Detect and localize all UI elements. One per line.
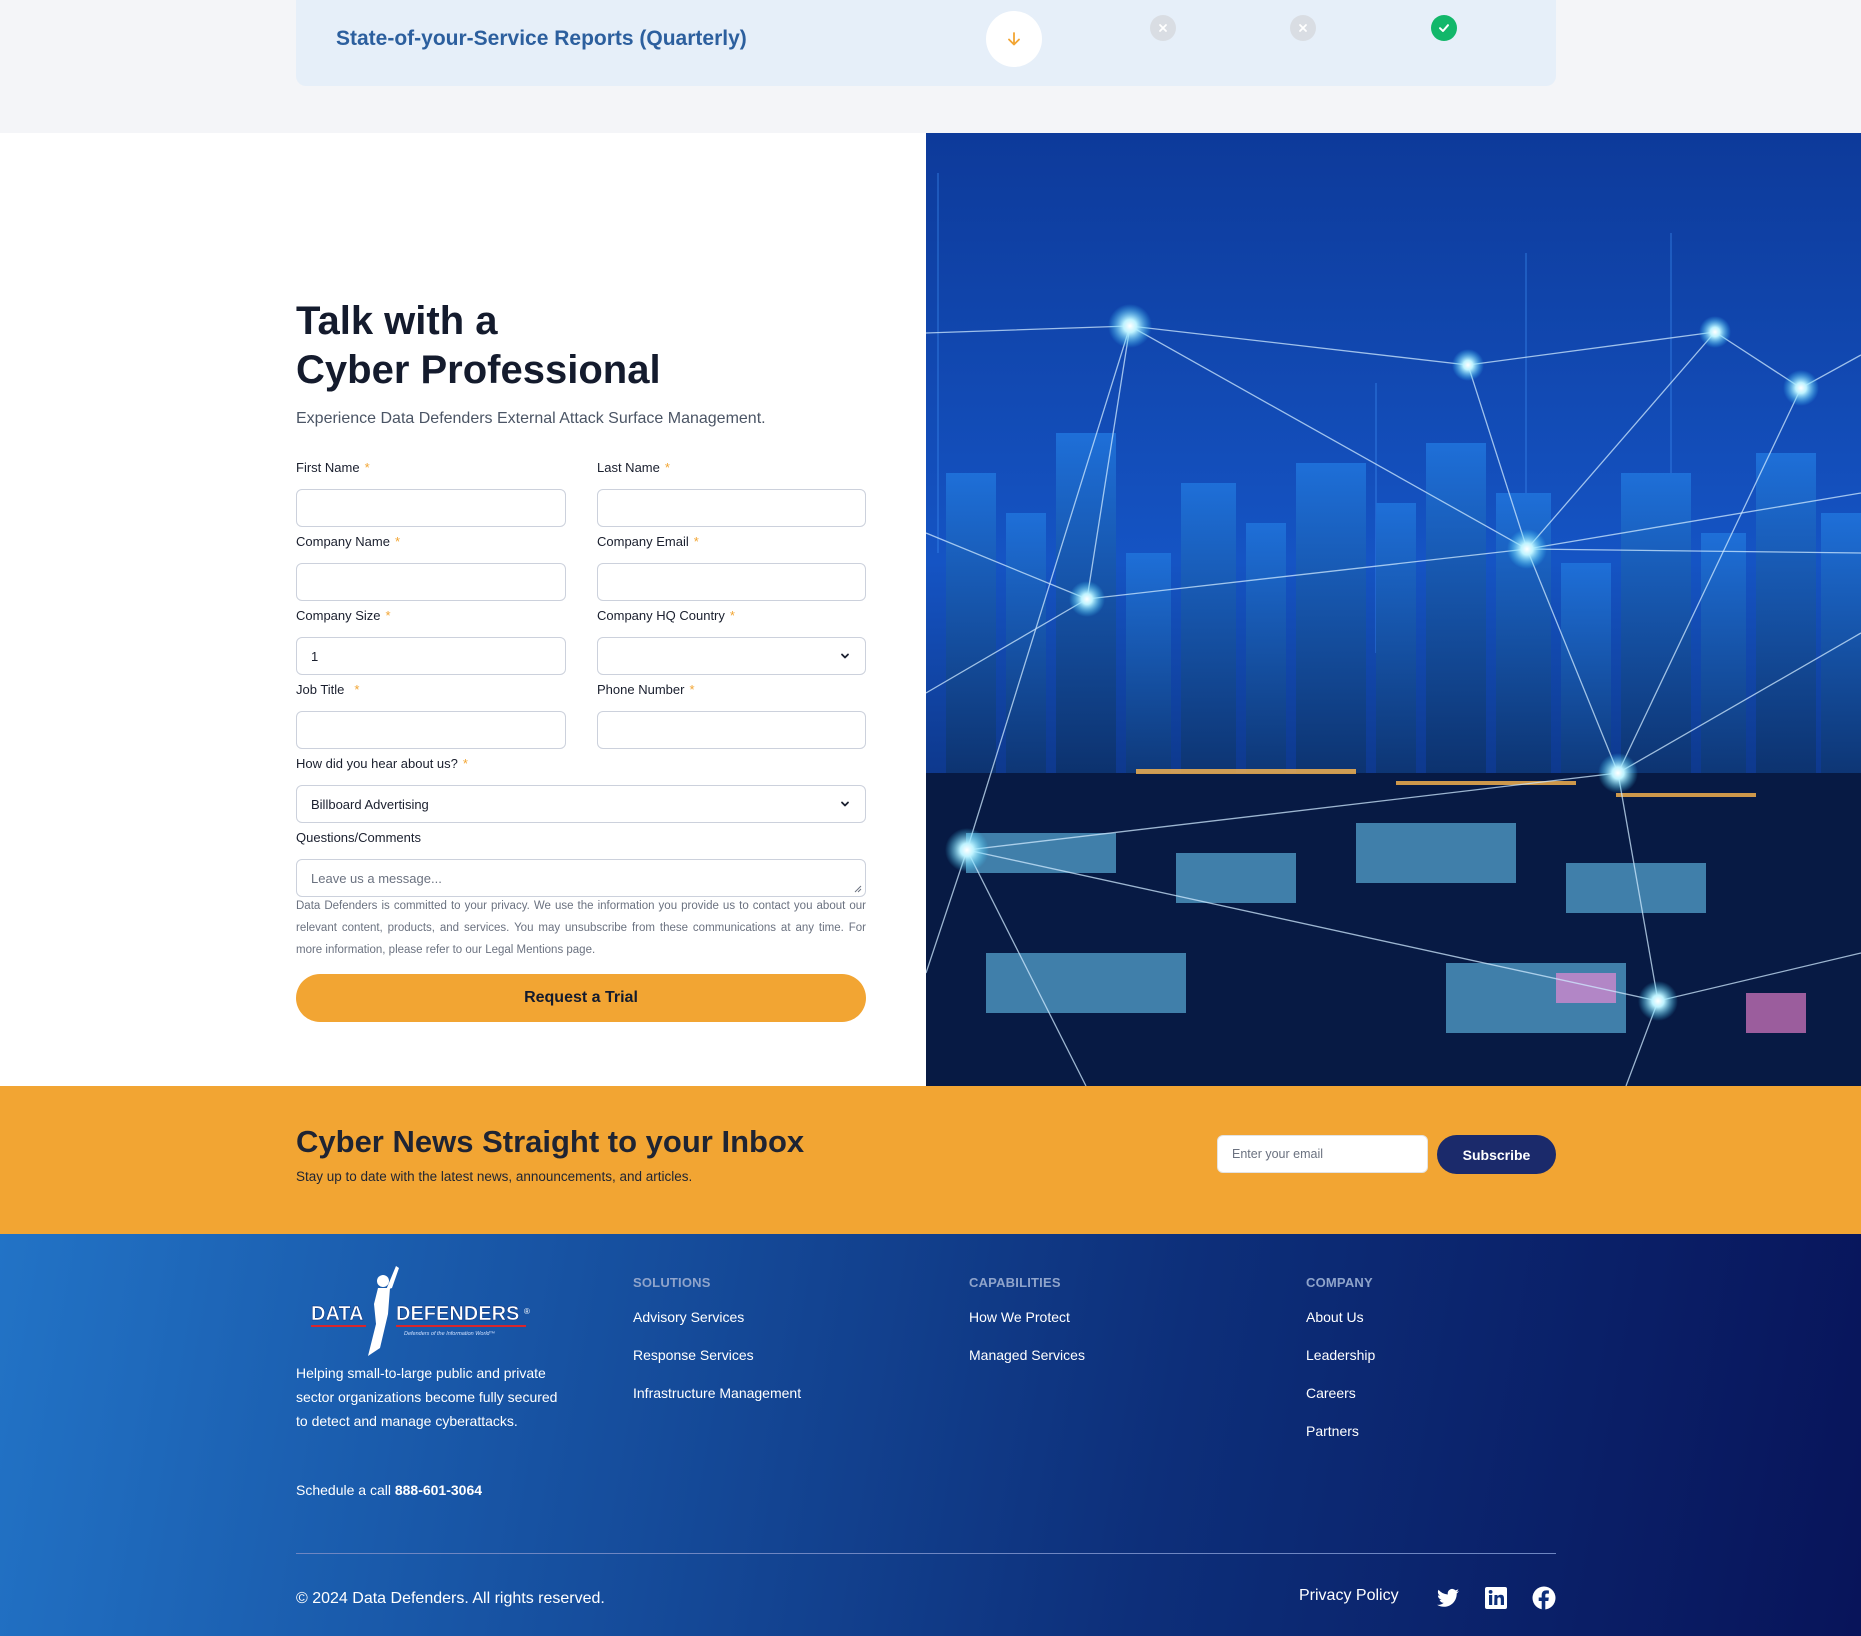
newsletter-email-input[interactable]: Enter your email [1217,1135,1428,1173]
footer-column-heading: CAPABILITIES [969,1275,1061,1290]
hear-about-label: How did you hear about us? * [296,756,468,771]
phone-number-label: Phone Number * [597,682,695,697]
linkedin-icon[interactable] [1484,1586,1508,1610]
first-name-label: First Name * [296,460,370,475]
city-network-illustration [926,133,1861,1086]
svg-text:Defenders of the Information W: Defenders of the Information World™ [404,1331,495,1337]
newsletter-title: Cyber News Straight to your Inbox [296,1124,805,1159]
footer-link-advisory-services[interactable]: Advisory Services [633,1309,801,1328]
last-name-label: Last Name * [597,460,670,475]
contact-form-panel: Talk with a Cyber Professional Experienc… [296,133,866,1086]
first-name-input[interactable] [296,489,566,527]
company-email-label: Company Email * [597,534,699,549]
contact-heading: Talk with a Cyber Professional [296,297,661,395]
hear-about-field: How did you hear about us? * Billboard Ad… [296,756,866,823]
chevron-down-icon [841,801,849,807]
phone-link[interactable]: 888-601-3064 [395,1482,482,1498]
newsletter-section: Cyber News Straight to your Inbox Stay u… [0,1086,1861,1234]
last-name-field: Last Name * [597,460,866,527]
footer-column-heading: COMPANY [1306,1275,1373,1290]
first-name-field: First Name * [296,460,566,527]
email-placeholder: Enter your email [1232,1147,1324,1161]
arrow-down-icon [1008,32,1020,46]
privacy-policy-link[interactable]: Privacy Policy [1299,1587,1399,1605]
job-title-input[interactable] [296,711,566,749]
city-network-image [926,133,1861,1086]
chevron-down-icon [841,653,849,659]
company-name-field: Company Name * [296,534,566,601]
heading-line-1: Talk with a [296,299,498,343]
company-name-input[interactable] [296,563,566,601]
facebook-icon[interactable] [1532,1586,1556,1610]
comparison-row-title: State-of-your-Service Reports (Quarterly… [336,27,747,50]
footer-link-how-we-protect[interactable]: How We Protect [969,1309,1085,1328]
company-size-label: Company Size * [296,608,391,623]
heading-line-2: Cyber Professional [296,348,661,392]
company-email-field: Company Email * [597,534,866,601]
company-size-field: Company Size * 1 [296,608,566,675]
phone-number-input[interactable] [597,711,866,749]
download-button[interactable] [986,11,1042,67]
copyright-text: © 2024 Data Defenders. All rights reserv… [296,1590,605,1607]
request-trial-button[interactable]: Request a Trial [296,974,866,1022]
svg-text:®: ® [524,1307,530,1316]
contact-subheading: Experience Data Defenders External Attac… [296,410,766,427]
last-name-input[interactable] [597,489,866,527]
company-hq-country-select[interactable] [597,637,866,675]
svg-text:DATA: DATA [311,1303,364,1325]
footer-link-leadership[interactable]: Leadership [1306,1347,1375,1366]
phone-number-field: Phone Number * [597,682,866,749]
footer-column-solutions: SOLUTIONS Advisory Services Response Ser… [633,1275,801,1404]
resize-handle-icon[interactable] [853,884,862,893]
twitter-icon[interactable] [1436,1586,1460,1610]
contact-section: Talk with a Cyber Professional Experienc… [0,133,1861,1086]
x-icon [1290,15,1316,41]
schedule-call: Schedule a call 888-601-3064 [296,1482,482,1498]
comments-textarea[interactable]: Leave us a message... [296,859,866,897]
footer-column-capabilities: CAPABILITIES How We Protect Managed Serv… [969,1275,1085,1366]
footer-tagline: Helping small-to-large public and privat… [296,1365,558,1429]
job-title-field: Job Title * [296,682,566,749]
footer-column-company: COMPANY About Us Leadership Careers Part… [1306,1275,1375,1442]
data-defenders-logo[interactable]: DATA DEFENDERS ® Defenders of the Inform… [308,1264,538,1360]
footer-link-partners[interactable]: Partners [1306,1423,1375,1442]
company-size-input[interactable]: 1 [296,637,566,675]
footer-link-managed-services[interactable]: Managed Services [969,1347,1085,1366]
feature-comparison-section: State-of-your-Service Reports (Quarterly… [0,0,1861,133]
newsletter-subtitle: Stay up to date with the latest news, an… [296,1169,693,1184]
comments-label: Questions/Comments [296,830,421,845]
subscribe-button[interactable]: Subscribe [1437,1135,1556,1174]
footer-link-about-us[interactable]: About Us [1306,1309,1375,1328]
company-hq-country-field: Company HQ Country * [597,608,866,675]
footer-column-heading: SOLUTIONS [633,1275,711,1290]
privacy-notice: Data Defenders is committed to your priv… [296,900,866,956]
footer-link-careers[interactable]: Careers [1306,1385,1375,1404]
check-icon [1431,15,1457,41]
x-icon [1150,15,1176,41]
comparison-row: State-of-your-Service Reports (Quarterly… [296,0,1556,86]
svg-text:DEFENDERS: DEFENDERS [396,1303,519,1325]
company-email-input[interactable] [597,563,866,601]
site-footer: DATA DEFENDERS ® Defenders of the Inform… [0,1234,1861,1636]
job-title-label: Job Title * [296,682,360,697]
company-hq-country-label: Company HQ Country * [597,608,735,623]
hear-about-select[interactable]: Billboard Advertising [296,785,866,823]
company-name-label: Company Name * [296,534,400,549]
schedule-label: Schedule a call [296,1482,391,1498]
footer-divider [296,1553,1556,1554]
comments-field: Questions/Comments Leave us a message... [296,830,866,897]
footer-link-infrastructure-management[interactable]: Infrastructure Management [633,1385,801,1404]
footer-link-response-services[interactable]: Response Services [633,1347,801,1366]
